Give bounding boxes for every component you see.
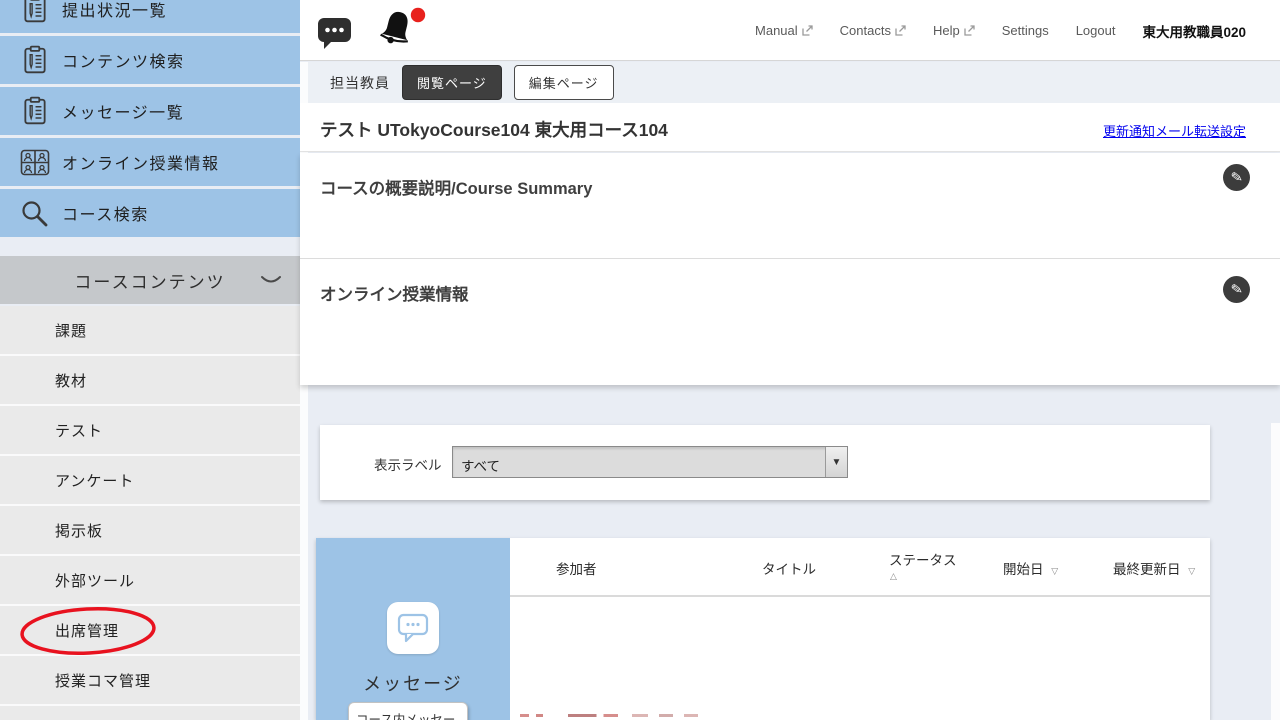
column-title: タイトル <box>762 558 816 578</box>
clipped-text-artifact <box>520 714 698 717</box>
table-header-row: 参加者 タイトル ステータス △ 開始日 ▽ 最終更新日 ▽ <box>510 538 1210 597</box>
sidebar-item-label: アンケート <box>55 470 134 491</box>
contacts-link[interactable]: Contacts <box>840 23 906 38</box>
manual-link[interactable]: Manual <box>755 23 813 38</box>
section-online-class-info: オンライン授業情報 ✎ <box>300 259 1280 384</box>
sidebar-item-content-search[interactable]: コンテンツ検索 <box>0 36 300 84</box>
scrollbar-track[interactable] <box>1271 423 1280 720</box>
clipboard-icon <box>0 96 62 126</box>
section-title: コースの概要説明/Course Summary <box>300 153 1280 199</box>
sidebar-item-label: テスト <box>55 420 103 441</box>
sidebar-filler <box>0 706 300 720</box>
help-link[interactable]: Help <box>933 23 975 38</box>
message-tooltip: コース内メッセー <box>348 702 468 720</box>
sidebar: 提出状況一覧 コンテンツ検索 <box>0 0 300 720</box>
column-label: ステータス <box>889 553 957 568</box>
column-label: 開始日 <box>1003 562 1044 577</box>
tab-view-page[interactable]: 閲覧ページ <box>402 65 502 100</box>
message-tile[interactable]: メッセージ コース内メッセー <box>316 538 510 720</box>
column-last-updated[interactable]: 最終更新日 ▽ <box>1113 558 1195 578</box>
sidebar-item-materials[interactable]: 教材 <box>0 356 300 406</box>
edit-pencil-button[interactable]: ✎ <box>1223 164 1250 191</box>
settings-link[interactable]: Settings <box>1002 23 1049 38</box>
course-top-sections: コースの概要説明/Course Summary ✎ オンライン授業情報 ✎ <box>300 153 1280 385</box>
sidebar-item-label: 外部ツール <box>55 570 135 591</box>
display-label-filter-panel: 表示ラベル すべて ▼ <box>320 425 1210 500</box>
display-label-caption: 表示ラベル <box>374 454 442 474</box>
column-label: 最終更新日 <box>1113 562 1181 577</box>
sidebar-gap <box>0 240 300 256</box>
update-notify-mail-link[interactable]: 更新通知メール転送設定 <box>1103 121 1246 140</box>
sidebar-item-online-class-info[interactable]: オンライン授業情報 <box>0 138 300 186</box>
sidebar-item-label: メッセージ一覧 <box>62 99 184 123</box>
message-bubble-icon <box>387 602 439 654</box>
sort-desc-icon: ▽ <box>1188 566 1195 576</box>
sidebar-item-attendance[interactable]: 出席管理 <box>0 606 300 656</box>
message-tile-label: メッセージ <box>316 670 510 696</box>
sidebar-item-label: オンライン授業情報 <box>62 150 220 174</box>
column-start-date[interactable]: 開始日 ▽ <box>1003 558 1058 578</box>
external-link-icon <box>964 25 975 36</box>
section-course-summary: コースの概要説明/Course Summary ✎ <box>300 153 1280 259</box>
role-label: 担当教員 <box>330 73 390 93</box>
external-link-icon <box>895 25 906 36</box>
sidebar-item-label: 提出状況一覧 <box>62 0 167 21</box>
column-status[interactable]: ステータス △ <box>889 549 957 582</box>
sidebar-item-label: 掲示板 <box>55 520 103 541</box>
sidebar-item-submission-status[interactable]: 提出状況一覧 <box>0 0 300 33</box>
sidebar-item-tests[interactable]: テスト <box>0 406 300 456</box>
sidebar-item-course-search[interactable]: コース検索 <box>0 189 300 237</box>
lms-page: 提出状況一覧 コンテンツ検索 <box>0 0 1280 720</box>
top-header: Manual Contacts Help Settings Logout 東大用… <box>300 0 1280 61</box>
online-class-icon <box>0 149 62 176</box>
display-label-select[interactable]: すべて ▼ <box>452 446 848 478</box>
sort-desc-icon: ▽ <box>1051 566 1058 576</box>
select-value: すべて <box>453 447 825 477</box>
sidebar-item-label: コンテンツ検索 <box>62 48 185 72</box>
top-links: Manual Contacts Help Settings Logout 東大用… <box>755 0 1246 61</box>
sidebar-item-label: 授業コマ管理 <box>55 670 151 691</box>
unread-badge <box>410 7 426 23</box>
link-label: Contacts <box>840 23 891 38</box>
pencil-icon: ✎ <box>1229 280 1243 298</box>
role-tab-band: 担当教員 閲覧ページ 編集ページ <box>308 62 1280 103</box>
sidebar-item-label: 出席管理 <box>55 620 119 641</box>
sidebar-item-label: 教材 <box>55 370 87 391</box>
sidebar-item-message-list[interactable]: メッセージ一覧 <box>0 87 300 135</box>
sidebar-item-bbs[interactable]: 掲示板 <box>0 506 300 556</box>
notifications-bell-icon[interactable] <box>380 7 422 53</box>
clipboard-icon <box>0 45 62 75</box>
username: 東大用教職員020 <box>1142 21 1246 41</box>
sidebar-item-assignments[interactable]: 課題 <box>0 306 300 356</box>
edit-pencil-button[interactable]: ✎ <box>1223 276 1250 303</box>
sidebar-group-course-contents[interactable]: コースコンテンツ <box>0 256 300 304</box>
page-title: テスト UTokyoCourse104 東大用コース104 <box>320 117 668 142</box>
logout-link[interactable]: Logout <box>1076 23 1116 38</box>
sidebar-item-class-slot-management[interactable]: 授業コマ管理 <box>0 656 300 706</box>
sort-asc-icon: △ <box>890 571 957 582</box>
sidebar-group-label: コースコンテンツ <box>74 268 225 293</box>
sidebar-item-label: コース検索 <box>62 201 149 225</box>
course-title-bar: テスト UTokyoCourse104 東大用コース104 更新通知メール転送設… <box>300 103 1280 152</box>
messages-bubble-icon[interactable] <box>318 16 352 50</box>
pencil-icon: ✎ <box>1229 168 1243 186</box>
dropdown-arrow-icon: ▼ <box>825 447 847 477</box>
chevron-down-icon <box>260 274 282 286</box>
link-label: Logout <box>1076 23 1116 38</box>
search-icon <box>0 199 62 227</box>
sidebar-item-external-tools[interactable]: 外部ツール <box>0 556 300 606</box>
section-title: オンライン授業情報 <box>300 259 1280 305</box>
sidebar-item-label: 課題 <box>55 320 87 341</box>
clipboard-icon <box>0 0 62 24</box>
sidebar-item-surveys[interactable]: アンケート <box>0 456 300 506</box>
external-link-icon <box>802 25 813 36</box>
message-table-panel: メッセージ コース内メッセー 参加者 タイトル ステータス △ 開始日 ▽ 最終… <box>316 538 1210 720</box>
tab-edit-page[interactable]: 編集ページ <box>514 65 614 100</box>
link-label: Help <box>933 23 960 38</box>
column-participants: 参加者 <box>556 558 597 578</box>
link-label: Settings <box>1002 23 1049 38</box>
link-label: Manual <box>755 23 798 38</box>
